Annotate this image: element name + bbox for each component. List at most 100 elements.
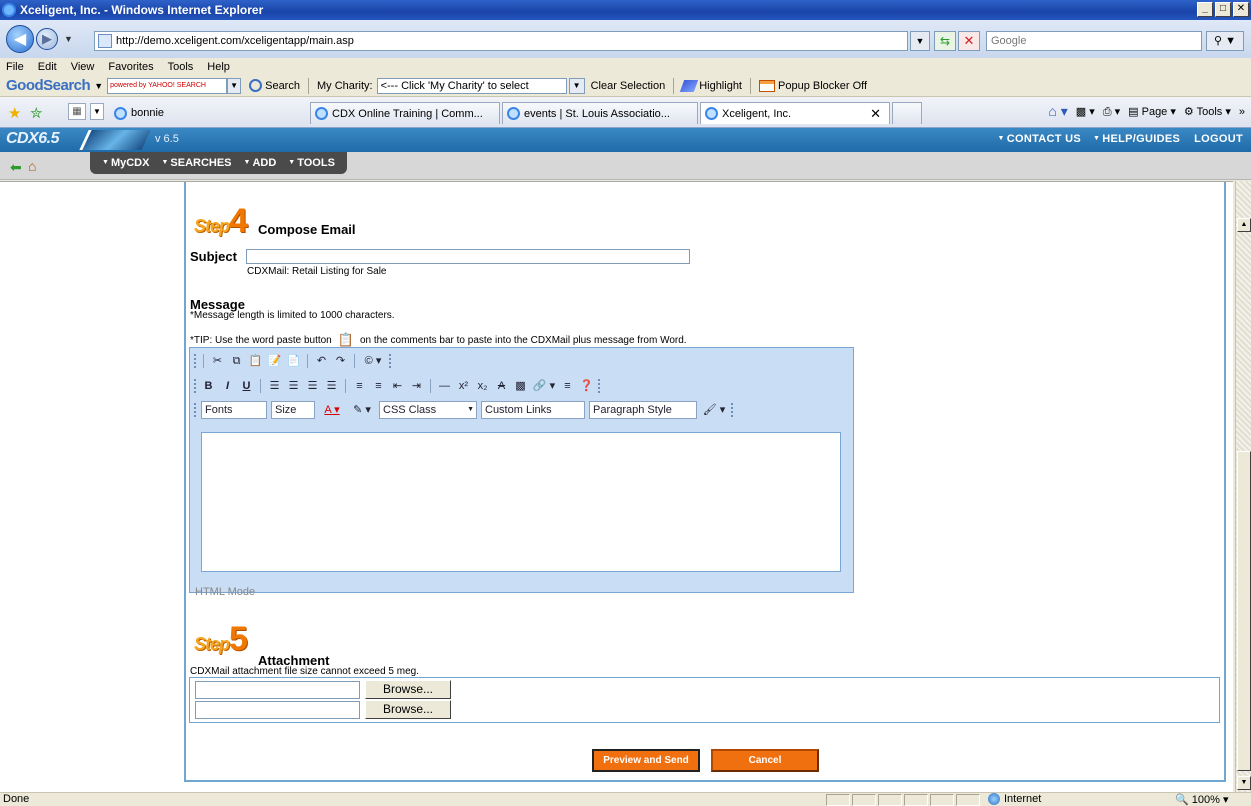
underline-icon[interactable]: U — [239, 379, 254, 393]
menu-add[interactable]: ADD — [244, 157, 276, 169]
popup-blocker-button[interactable]: Popup Blocker Off — [778, 80, 867, 92]
favorite-link-bonnie[interactable]: bonnie — [110, 102, 200, 124]
menu-edit[interactable]: Edit — [38, 61, 57, 73]
clear-selection-button[interactable]: Clear Selection — [591, 80, 666, 92]
symbol-icon[interactable]: © ▾ — [361, 354, 385, 368]
justify-icon[interactable]: ☰ — [324, 379, 339, 393]
my-charity-label[interactable]: My Charity: — [317, 80, 373, 92]
paste-text-icon[interactable]: 📄 — [286, 354, 301, 368]
menu-searches[interactable]: SEARCHES — [161, 157, 231, 169]
search-input[interactable]: Google — [986, 31, 1202, 51]
paste-word-icon[interactable]: 📝 — [267, 354, 282, 368]
insert-image-icon[interactable]: ▩ — [513, 379, 528, 393]
format-painter-icon[interactable]: 🖌 ▾ — [701, 403, 727, 417]
file-input-2[interactable] — [195, 701, 360, 719]
font-color-icon[interactable]: A ▾ — [319, 403, 345, 417]
format-icon[interactable]: ≡ — [560, 379, 575, 393]
address-dropdown-button[interactable]: ▼ — [910, 31, 930, 51]
paste-icon[interactable]: 📋 — [248, 354, 263, 368]
bold-icon[interactable]: B — [201, 379, 216, 393]
bullet-list-icon[interactable]: ≡ — [371, 379, 386, 393]
scroll-thumb[interactable] — [1237, 451, 1251, 771]
new-tab-button[interactable] — [892, 102, 922, 124]
indent-icon[interactable]: ⇥ — [409, 379, 424, 393]
address-bar[interactable]: http://demo.xceligent.com/xceligentapp/m… — [94, 31, 908, 51]
chevron-more-icon[interactable]: » — [1239, 106, 1245, 118]
charity-select[interactable]: <--- Click 'My Charity' to select — [376, 77, 567, 94]
goodsearch-search-button[interactable]: Search — [265, 80, 300, 92]
numbered-list-icon[interactable]: ≡ — [352, 379, 367, 393]
redo-icon[interactable]: ↷ — [333, 354, 348, 368]
print-icon[interactable]: ⎙ ▾ — [1103, 105, 1120, 119]
close-tab-icon[interactable]: ✕ — [870, 106, 881, 122]
highlight-color-icon[interactable]: ✎ ▾ — [349, 403, 375, 417]
menu-view[interactable]: View — [71, 61, 95, 73]
charity-dropdown-button[interactable]: ▼ — [568, 77, 585, 94]
maximize-button[interactable]: □ — [1215, 2, 1231, 17]
add-favorites-icon[interactable]: ✮ — [30, 104, 43, 122]
menu-tools-cdx[interactable]: TOOLS — [288, 157, 335, 169]
copy-icon[interactable]: ⧉ — [229, 354, 244, 368]
vertical-scrollbar[interactable]: ▲ ▼ — [1235, 181, 1251, 792]
logout-link[interactable]: LOGOUT — [1192, 133, 1243, 145]
back-arrow-icon[interactable]: ⬅ — [10, 159, 22, 176]
paragraph-style-select[interactable]: Paragraph Style — [589, 401, 697, 419]
outdent-icon[interactable]: ⇤ — [390, 379, 405, 393]
subscript-icon[interactable]: x₂ — [475, 379, 490, 393]
menu-file[interactable]: File — [6, 61, 24, 73]
scroll-up-button[interactable]: ▲ — [1237, 218, 1251, 232]
menu-mycdx[interactable]: MyCDX — [102, 157, 150, 169]
cut-icon[interactable]: ✂ — [210, 354, 225, 368]
page-menu[interactable]: ▤ Page ▾ — [1128, 105, 1176, 118]
cancel-button[interactable]: Cancel — [711, 749, 819, 772]
close-window-button[interactable]: ✕ — [1233, 2, 1249, 17]
refresh-button[interactable]: ⇆ — [934, 31, 956, 51]
align-left-icon[interactable]: ☰ — [267, 379, 282, 393]
quick-tabs-icon[interactable]: ▦ — [68, 103, 86, 120]
scroll-down-button[interactable]: ▼ — [1237, 776, 1251, 790]
tab-events[interactable]: events | St. Louis Associatio... — [502, 102, 698, 124]
size-select[interactable]: Size — [271, 401, 315, 419]
goodsearch-input[interactable]: powered by YAHOO! SEARCH — [107, 77, 228, 94]
tab-list-dropdown[interactable]: ▼ — [90, 103, 104, 120]
tab-xceligent[interactable]: Xceligent, Inc. ✕ — [700, 102, 890, 124]
stop-button[interactable]: ✕ — [958, 31, 980, 51]
feeds-icon[interactable]: ▩ ▾ — [1076, 105, 1095, 118]
zoom-control[interactable]: 🔍 100% ▾ — [1175, 793, 1228, 806]
forward-button[interactable]: ▶ — [36, 28, 58, 50]
back-button[interactable]: ◀ — [6, 25, 34, 53]
menu-favorites[interactable]: Favorites — [108, 61, 153, 73]
subject-field[interactable] — [246, 249, 690, 264]
menu-help[interactable]: Help — [207, 61, 230, 73]
file-input-1[interactable] — [195, 681, 360, 699]
html-mode-link[interactable]: HTML Mode — [195, 586, 255, 598]
horizontal-rule-icon[interactable]: — — [437, 379, 452, 393]
goodsearch-input-dropdown[interactable]: ▼ — [227, 77, 242, 94]
search-button[interactable]: ⚲ ▼ — [1206, 31, 1244, 51]
strikethrough-icon[interactable]: A — [494, 379, 509, 393]
superscript-icon[interactable]: x² — [456, 379, 471, 393]
undo-icon[interactable]: ↶ — [314, 354, 329, 368]
css-class-select[interactable]: CSS Class ▼ — [379, 401, 477, 419]
insert-link-icon[interactable]: 🔗 ▾ — [532, 379, 556, 393]
align-center-icon[interactable]: ☰ — [286, 379, 301, 393]
italic-icon[interactable]: I — [220, 379, 235, 393]
preview-and-send-button[interactable]: Preview and Send — [592, 749, 700, 772]
home-icon[interactable]: ⌂ — [28, 158, 36, 174]
address-url[interactable]: http://demo.xceligent.com/xceligentapp/m… — [116, 35, 354, 47]
menu-tools[interactable]: Tools — [168, 61, 194, 73]
tab-cdx-training[interactable]: CDX Online Training | Comm... — [310, 102, 500, 124]
history-dropdown-icon[interactable]: ▼ — [64, 34, 73, 44]
home-icon[interactable]: ⌂ ▾ — [1048, 103, 1067, 120]
browse-button-2[interactable]: Browse... — [365, 700, 451, 719]
minimize-button[interactable]: _ — [1197, 2, 1213, 17]
browse-button-1[interactable]: Browse... — [365, 680, 451, 699]
highlight-button[interactable]: Highlight — [699, 80, 742, 92]
favorite-link-label[interactable]: bonnie — [131, 107, 164, 119]
message-body-editor[interactable] — [201, 432, 841, 572]
favorites-star-icon[interactable]: ★ — [8, 104, 21, 122]
help-guides-link[interactable]: HELP/GUIDES — [1093, 133, 1180, 145]
goodsearch-dropdown-icon[interactable]: ▼ — [94, 81, 103, 91]
custom-links-select[interactable]: Custom Links — [481, 401, 585, 419]
contact-us-link[interactable]: CONTACT US — [998, 133, 1082, 145]
